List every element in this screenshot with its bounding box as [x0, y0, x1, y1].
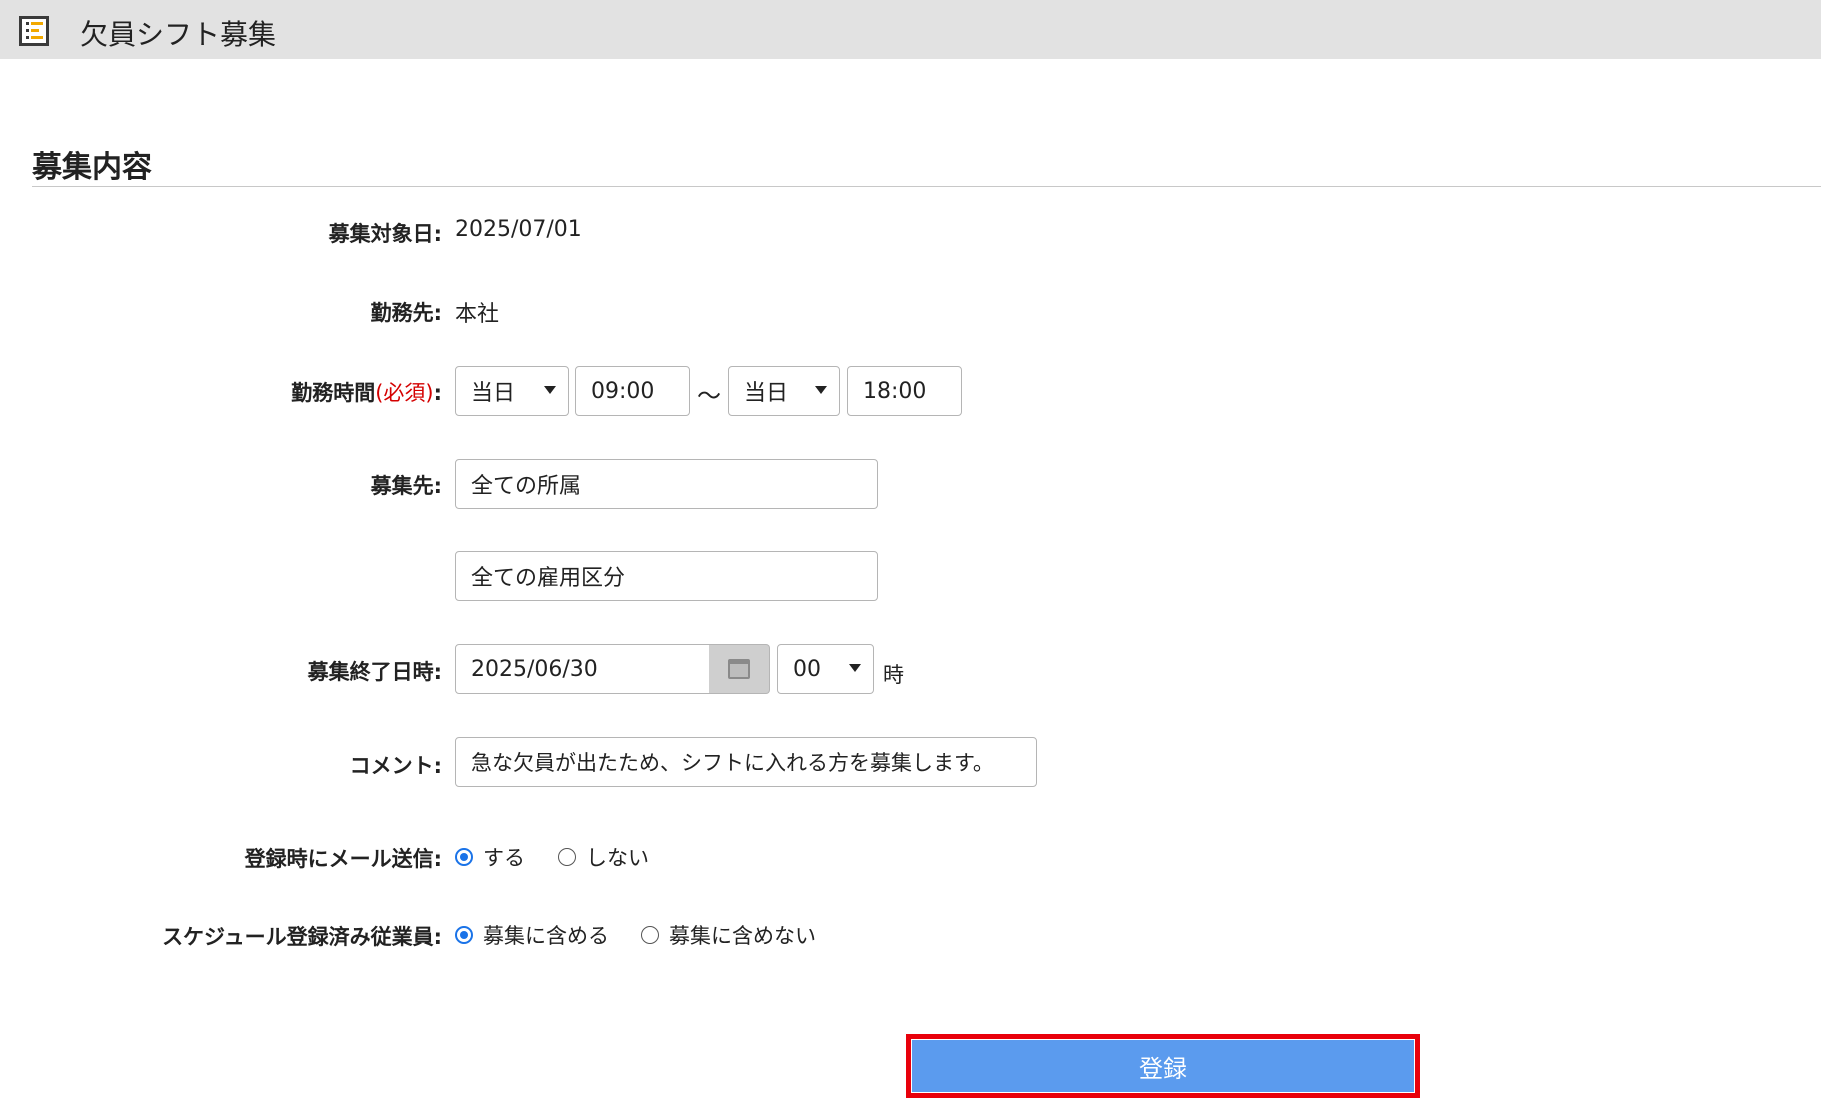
mail-no-label: しない: [586, 846, 649, 870]
comment-input[interactable]: 急な欠員が出たため、シフトに入れる方を募集します。: [455, 737, 1037, 787]
chevron-down-icon: [544, 386, 556, 394]
include-label: 募集に含める: [483, 924, 609, 948]
work-time-label-text: 勤務時間: [291, 381, 376, 405]
register-button[interactable]: 登録: [912, 1040, 1414, 1092]
mail-yes-option[interactable]: する: [455, 842, 525, 872]
window-title: 欠員シフト募集: [80, 18, 277, 51]
workplace-value: 本社: [455, 302, 500, 327]
target-date-label: 募集対象日:: [328, 222, 442, 246]
section-divider: [32, 186, 1821, 187]
exclude-option[interactable]: 募集に含めない: [641, 920, 816, 950]
exclude-radio[interactable]: [641, 926, 659, 944]
exclude-label: 募集に含めない: [669, 924, 816, 948]
hour-unit: 時: [883, 663, 904, 687]
end-day-select[interactable]: 当日: [728, 366, 840, 416]
mail-no-option[interactable]: しない: [558, 842, 649, 872]
deadline-hour-select[interactable]: 00: [777, 644, 874, 694]
target-date-value: 2025/07/01: [455, 217, 582, 242]
deadline-hour-value: 00: [793, 656, 821, 682]
mail-yes-label: する: [483, 846, 525, 870]
time-range-separator: ～: [697, 382, 721, 410]
start-time-input[interactable]: 09:00: [575, 366, 690, 416]
chevron-down-icon: [849, 664, 861, 672]
start-day-select[interactable]: 当日: [455, 366, 569, 416]
mail-yes-radio[interactable]: [455, 848, 473, 866]
employment-type-select[interactable]: 全ての雇用区分: [455, 551, 878, 601]
work-time-label-colon: :: [433, 381, 442, 405]
mail-no-radio[interactable]: [558, 848, 576, 866]
required-marker: (必須): [375, 381, 434, 405]
section-heading: 募集内容: [32, 150, 152, 185]
department-select[interactable]: 全ての所属: [455, 459, 878, 509]
work-time-label: 勤務時間(必須):: [291, 377, 442, 407]
include-option[interactable]: 募集に含める: [455, 920, 609, 950]
mail-on-register-label: 登録時にメール送信:: [244, 847, 442, 871]
schedule-list-icon: [19, 16, 49, 46]
calendar-icon: [728, 659, 750, 679]
end-time-input[interactable]: 18:00: [847, 366, 962, 416]
chevron-down-icon: [815, 386, 827, 394]
scheduled-employees-label: スケジュール登録済み従業員:: [162, 925, 442, 949]
include-radio[interactable]: [455, 926, 473, 944]
workplace-label: 勤務先:: [370, 301, 442, 325]
deadline-label: 募集終了日時:: [307, 660, 442, 684]
recruit-to-label: 募集先:: [370, 474, 442, 498]
window-titlebar: 欠員シフト募集: [0, 0, 1821, 59]
start-day-value: 当日: [471, 381, 516, 406]
end-day-value: 当日: [744, 381, 789, 406]
comment-label: コメント:: [349, 754, 442, 778]
calendar-button[interactable]: [709, 644, 770, 694]
deadline-date-input[interactable]: 2025/06/30: [455, 644, 711, 694]
